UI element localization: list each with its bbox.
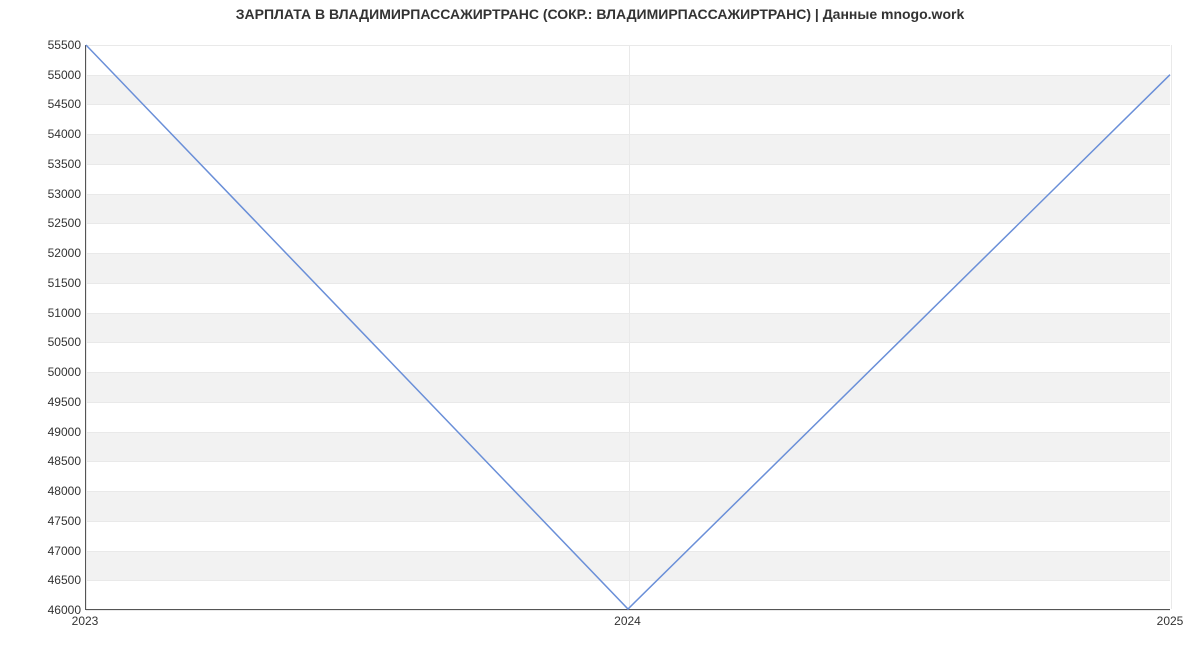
line-series <box>86 45 1170 609</box>
y-tick-label: 48000 <box>6 484 81 498</box>
y-tick-label: 55500 <box>6 38 81 52</box>
y-tick-label: 51000 <box>6 306 81 320</box>
y-tick-label: 50000 <box>6 365 81 379</box>
y-tick-label: 47000 <box>6 544 81 558</box>
y-tick-label: 49000 <box>6 425 81 439</box>
x-axis: 202320242025 <box>85 610 1170 640</box>
y-tick-label: 50500 <box>6 335 81 349</box>
y-tick-label: 53500 <box>6 157 81 171</box>
y-tick-label: 51500 <box>6 276 81 290</box>
y-tick-label: 52500 <box>6 216 81 230</box>
data-line <box>86 45 1170 609</box>
y-tick-label: 54500 <box>6 97 81 111</box>
y-tick-label: 49500 <box>6 395 81 409</box>
chart-title: ЗАРПЛАТА В ВЛАДИМИРПАССАЖИРТРАНС (СОКР.:… <box>0 6 1200 22</box>
y-tick-label: 55000 <box>6 68 81 82</box>
y-tick-label: 47500 <box>6 514 81 528</box>
x-tick-label: 2023 <box>72 614 99 628</box>
plot-area <box>85 45 1170 610</box>
gridline-v <box>1171 45 1172 609</box>
y-tick-label: 54000 <box>6 127 81 141</box>
y-tick-label: 52000 <box>6 246 81 260</box>
y-tick-label: 48500 <box>6 454 81 468</box>
y-tick-label: 46000 <box>6 603 81 617</box>
chart-container: ЗАРПЛАТА В ВЛАДИМИРПАССАЖИРТРАНС (СОКР.:… <box>0 0 1200 650</box>
x-tick-label: 2025 <box>1157 614 1184 628</box>
x-tick-label: 2024 <box>614 614 641 628</box>
y-tick-label: 53000 <box>6 187 81 201</box>
y-axis: 4600046500470004750048000485004900049500… <box>0 45 85 610</box>
y-tick-label: 46500 <box>6 573 81 587</box>
